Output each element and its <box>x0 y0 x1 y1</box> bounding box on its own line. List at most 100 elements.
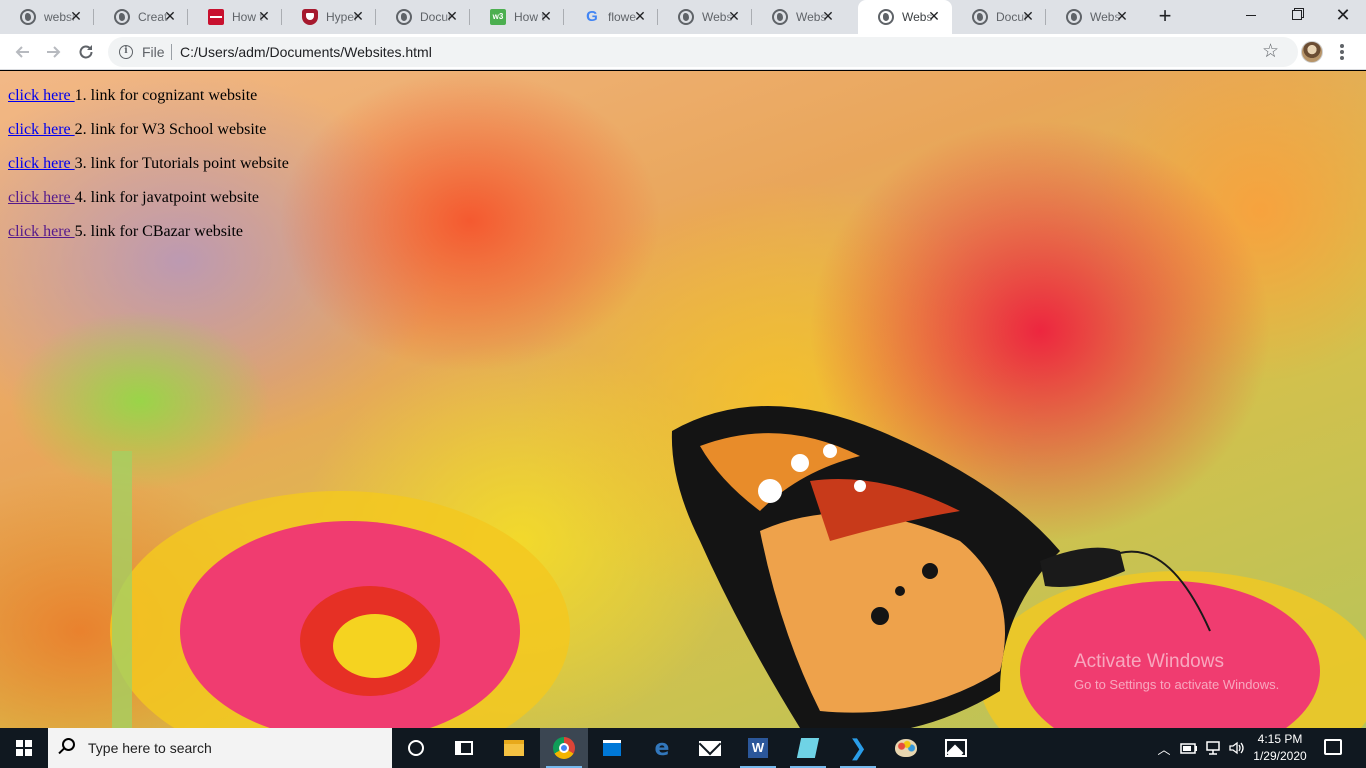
file-explorer-button[interactable] <box>490 728 538 768</box>
profile-avatar[interactable] <box>1301 41 1323 63</box>
web-page-content: click here 1. link for cognizant website… <box>0 71 1366 728</box>
mail-button[interactable] <box>686 728 734 768</box>
word-icon: W <box>748 738 768 758</box>
notepad-button[interactable] <box>784 728 832 768</box>
action-center-icon[interactable] <box>1324 739 1342 755</box>
address-bar[interactable]: i File C:/Users/adm/Documents/Websites.h… <box>108 37 1298 67</box>
network-icon <box>1206 741 1220 755</box>
tab-close-icon[interactable]: ✕ <box>350 8 366 24</box>
tab-close-icon[interactable]: ✕ <box>444 8 460 24</box>
close-window-button[interactable]: ✕ <box>1320 0 1366 30</box>
tab-10-active[interactable]: Webs ✕ <box>858 0 952 34</box>
task-view-button[interactable] <box>440 728 488 768</box>
tab-close-icon[interactable]: ✕ <box>632 8 648 24</box>
close-icon: ✕ <box>1335 4 1351 25</box>
tab-close-icon[interactable]: ✕ <box>256 8 272 24</box>
tab-1[interactable]: websi ✕ <box>0 0 94 34</box>
globe-icon <box>878 9 894 25</box>
tab-close-icon[interactable]: ✕ <box>68 8 84 24</box>
globe-icon <box>972 9 988 25</box>
back-arrow-icon <box>15 46 29 58</box>
browser-toolbar: i File C:/Users/adm/Documents/Websites.h… <box>0 34 1366 70</box>
kebab-menu-icon[interactable] <box>1334 42 1350 62</box>
tab-5[interactable]: Docur ✕ <box>376 0 470 34</box>
tab-11[interactable]: Docur ✕ <box>952 0 1046 34</box>
flower-right <box>980 571 1366 728</box>
restore-button[interactable] <box>1274 0 1320 30</box>
taskbar-clock[interactable]: 4:15 PM 1/29/2020 <box>1246 731 1314 765</box>
tab-close-icon[interactable]: ✕ <box>820 8 836 24</box>
tab-8[interactable]: Webs ✕ <box>658 0 752 34</box>
flower-stem <box>112 451 132 728</box>
chrome-icon <box>553 737 575 759</box>
photos-button[interactable] <box>932 728 980 768</box>
red-logo-icon <box>208 9 224 25</box>
globe-icon <box>772 9 788 25</box>
taskbar-search-box[interactable]: Type here to search <box>48 728 392 768</box>
back-button[interactable] <box>8 38 36 66</box>
tab-2[interactable]: Creat ✕ <box>94 0 188 34</box>
omnibox-separator <box>171 44 172 60</box>
show-hidden-icons-button[interactable]: ︿ <box>1154 728 1174 768</box>
globe-icon <box>114 9 130 25</box>
w3schools-icon: w3 <box>490 9 506 25</box>
windows-logo-icon <box>16 740 32 756</box>
tab-4[interactable]: Hyper ✕ <box>282 0 376 34</box>
forward-button[interactable] <box>40 38 68 66</box>
network-tray-button[interactable] <box>1202 728 1224 768</box>
reload-button[interactable] <box>72 38 100 66</box>
globe-icon <box>20 9 36 25</box>
folder-icon <box>504 740 524 756</box>
bookmark-star-icon[interactable]: ☆ <box>1262 40 1279 63</box>
globe-icon <box>396 9 412 25</box>
search-icon <box>62 738 75 751</box>
new-tab-button[interactable]: + <box>1153 5 1177 29</box>
notepad-icon <box>796 738 820 758</box>
scheme-label: File <box>142 44 165 60</box>
minimize-icon <box>1246 14 1256 16</box>
chevron-up-icon: ︿ <box>1157 741 1171 757</box>
tab-7[interactable]: G flowe ✕ <box>564 0 658 34</box>
tab-close-icon[interactable]: ✕ <box>926 8 942 24</box>
battery-tray-button[interactable] <box>1178 728 1200 768</box>
butterfly-image <box>110 406 1366 728</box>
restore-icon <box>1292 10 1302 20</box>
edge-icon: e <box>654 735 670 761</box>
tab-9[interactable]: Webs ✕ <box>752 0 846 34</box>
tab-strip: websi ✕ Creat ✕ How t ✕ Hyper ✕ Docur ✕ … <box>0 0 1366 34</box>
activate-windows-title: Activate Windows <box>1074 651 1224 672</box>
info-icon[interactable]: i <box>119 45 133 59</box>
vscode-button[interactable]: ❯ <box>834 728 882 768</box>
minimize-button[interactable] <box>1228 0 1274 30</box>
tab-close-icon[interactable]: ✕ <box>1114 8 1130 24</box>
clock-date: 1/29/2020 <box>1253 749 1307 763</box>
paint-button[interactable] <box>882 728 930 768</box>
volume-icon <box>1229 741 1244 755</box>
shield-icon <box>302 9 318 25</box>
tab-close-icon[interactable]: ✕ <box>538 8 554 24</box>
tab-6[interactable]: w3 How t ✕ <box>470 0 564 34</box>
start-button[interactable] <box>0 728 48 768</box>
cortana-button[interactable] <box>392 728 440 768</box>
tab-close-icon[interactable]: ✕ <box>1020 8 1036 24</box>
reload-icon <box>79 45 93 59</box>
url-text[interactable]: C:/Users/adm/Documents/Websites.html <box>180 44 432 60</box>
edge-button[interactable]: e <box>638 728 686 768</box>
photos-icon <box>945 739 967 757</box>
taskbar: Type here to search e W ❯ ︿ 4:15 PM 1/29… <box>0 728 1366 768</box>
mail-icon <box>699 740 721 756</box>
search-placeholder: Type here to search <box>88 740 212 756</box>
tab-12[interactable]: Webs ✕ <box>1046 0 1140 34</box>
tab-3[interactable]: How t ✕ <box>188 0 282 34</box>
forward-arrow-icon <box>47 46 61 58</box>
word-button[interactable]: W <box>734 728 782 768</box>
tab-close-icon[interactable]: ✕ <box>162 8 178 24</box>
tab-close-icon[interactable]: ✕ <box>726 8 742 24</box>
flower-left <box>110 491 570 728</box>
cortana-icon <box>408 740 424 756</box>
store-button[interactable] <box>588 728 636 768</box>
volume-tray-button[interactable] <box>1226 728 1248 768</box>
paint-palette-icon <box>895 739 917 757</box>
chrome-taskbar-button[interactable] <box>540 728 588 768</box>
battery-icon <box>1180 743 1197 754</box>
